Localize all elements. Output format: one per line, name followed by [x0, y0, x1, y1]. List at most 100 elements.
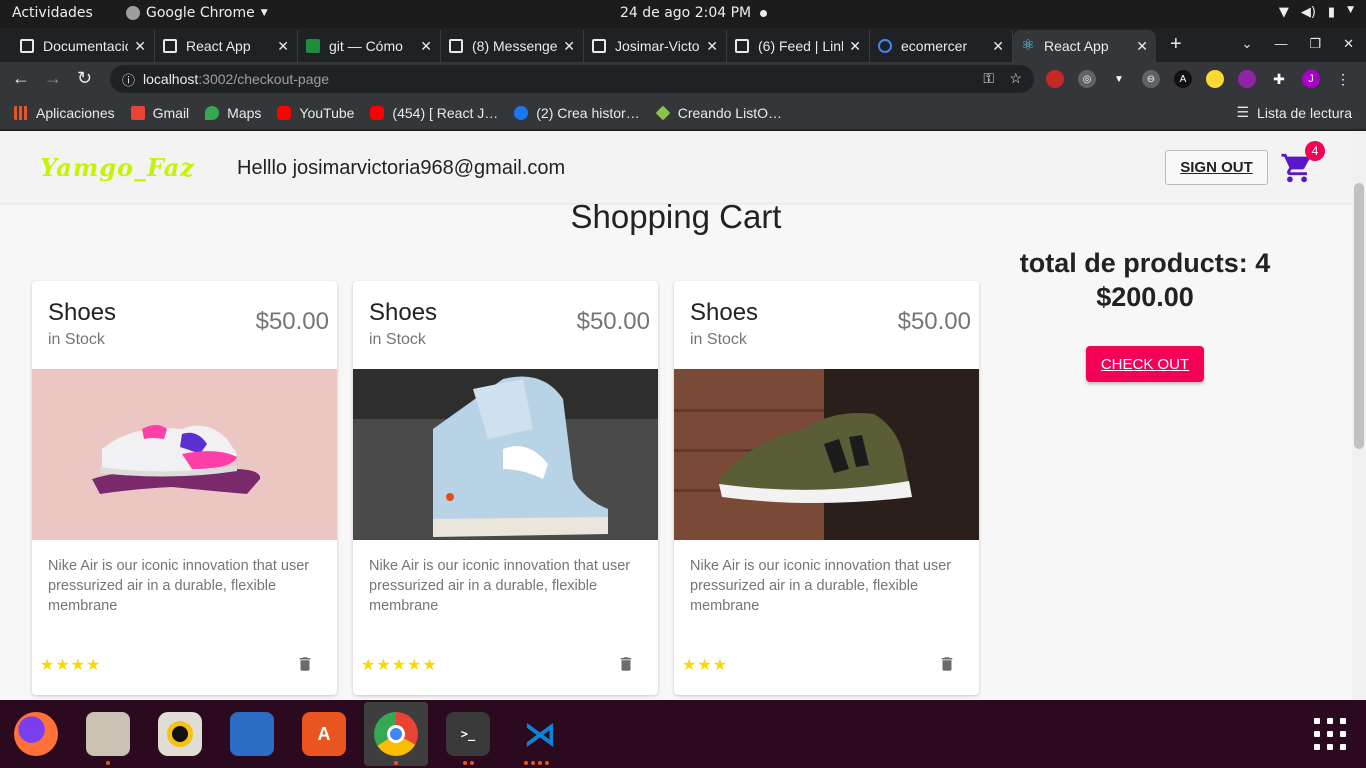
back-button[interactable]: ← [12, 68, 30, 89]
running-indicator [463, 761, 474, 765]
reload-button[interactable]: ↻ [77, 68, 92, 89]
forward-button[interactable]: → [44, 68, 62, 89]
maximize-button[interactable]: ❐ [1309, 36, 1321, 52]
chevron-down-icon: ▼ [260, 8, 268, 18]
cart-count-badge: 4 [1305, 141, 1325, 161]
site-logo[interactable]: Yamgo_Faz [40, 153, 195, 182]
browser-tab[interactable]: Josimar-Victoria ✕ [584, 30, 727, 62]
scrollbar-thumb[interactable] [1354, 183, 1364, 449]
product-description: Nike Air is our iconic innovation that u… [690, 558, 952, 614]
running-indicator [106, 761, 110, 765]
total-products-label: total de products: 4 [1019, 248, 1271, 278]
delete-trash-icon[interactable] [296, 655, 314, 673]
site-info-icon[interactable]: ⓘ [122, 70, 135, 89]
ubuntu-dock: A >_ ⋊ [0, 700, 1366, 768]
close-tab-icon[interactable]: ✕ [420, 38, 432, 55]
bookmark-item[interactable]: (2) Crea histor… [514, 105, 640, 121]
tab-title: (8) Messenger [472, 38, 558, 54]
tab-title: React App [1044, 38, 1109, 54]
browser-tab[interactable]: (6) Feed | LinkedIn ✕ [727, 30, 870, 62]
reading-list-button[interactable]: ☰ Lista de lectura [1236, 104, 1352, 121]
tab-title: (6) Feed | LinkedIn [758, 38, 843, 54]
extension-icon[interactable] [1046, 70, 1064, 88]
close-tab-icon[interactable]: ✕ [1136, 38, 1148, 55]
diamond-icon [655, 105, 671, 120]
product-name: Shoes [369, 299, 438, 326]
page-scrollbar[interactable] [1352, 131, 1366, 700]
rating-stars-icon: ★★★★★ [361, 657, 438, 674]
bookmark-item[interactable]: Aplicaciones [14, 105, 115, 121]
favicon-icon [735, 39, 749, 53]
menu-kebab-icon[interactable]: ⋮ [1334, 70, 1352, 88]
key-icon[interactable]: ⚿ [983, 70, 994, 87]
browser-tab[interactable]: (8) Messenger ✕ [441, 30, 584, 62]
firefox-icon[interactable] [14, 712, 58, 756]
checkout-button[interactable]: CHECK OUT [1086, 346, 1204, 382]
close-tab-icon[interactable]: ✕ [706, 38, 718, 55]
close-tab-icon[interactable]: ✕ [563, 38, 575, 55]
files-icon[interactable] [86, 712, 130, 756]
software-center-icon[interactable]: A [302, 712, 346, 756]
browser-tab-active[interactable]: ⚛ React App ✕ [1013, 30, 1156, 62]
product-image [353, 369, 658, 540]
close-window-button[interactable]: ✕ [1343, 36, 1354, 52]
bookmark-item[interactable]: Maps [205, 105, 261, 121]
browser-tab[interactable]: ecomercer ✕ [870, 30, 1013, 62]
chevron-down-icon: ▼ [1347, 5, 1354, 15]
extension-icon[interactable]: ⊖ [1142, 70, 1160, 88]
close-tab-icon[interactable]: ✕ [992, 38, 1004, 55]
app-menu[interactable]: Google Chrome ▼ [126, 5, 268, 21]
chrome-dock-icon[interactable] [364, 702, 428, 766]
terminal-icon[interactable]: >_ [446, 712, 490, 756]
rhythmbox-icon[interactable] [158, 712, 202, 756]
vscode-icon[interactable]: ⋊ [518, 712, 562, 756]
bookmark-item[interactable]: (454) [ React J… [370, 105, 498, 121]
activities-button[interactable]: Actividades [12, 5, 93, 21]
close-tab-icon[interactable]: ✕ [277, 38, 289, 55]
tab-search-icon[interactable]: ⌄ [1242, 36, 1253, 52]
puzzle-icon[interactable]: ✚ [1270, 70, 1288, 88]
angular-icon[interactable]: A [1174, 70, 1192, 88]
reading-list-icon: ☰ [1236, 104, 1250, 120]
tab-title: Documentación [43, 38, 128, 54]
minimize-button[interactable]: — [1274, 36, 1287, 52]
volume-icon: ◀) [1300, 5, 1316, 20]
battery-icon: ▮ [1327, 5, 1336, 20]
bookmark-item[interactable]: Gmail [130, 105, 189, 121]
browser-tab[interactable]: React App ✕ [155, 30, 298, 62]
browser-tab[interactable]: Documentación ✕ [12, 30, 155, 62]
product-name: Shoes [48, 299, 117, 326]
running-indicator [394, 761, 398, 765]
facebook-icon [514, 105, 529, 120]
extension-icon[interactable]: ◎ [1078, 70, 1096, 88]
bookmark-star-icon[interactable]: ☆ [1009, 70, 1022, 87]
extension-icon[interactable] [1206, 70, 1224, 88]
system-tray[interactable]: ▼ ◀) ▮ ▼ [1279, 5, 1354, 20]
libreoffice-writer-icon[interactable] [230, 712, 274, 756]
tab-title: Josimar-Victoria [615, 38, 700, 54]
system-clock[interactable]: 24 de ago 2:04 PM [620, 5, 751, 21]
delete-trash-icon[interactable] [938, 655, 956, 673]
tab-title: git — Cómo [329, 38, 403, 54]
bookmark-item[interactable]: YouTube [277, 105, 354, 121]
sign-out-button[interactable]: SIGN OUT [1165, 150, 1268, 185]
product-price: $50.00 [897, 308, 971, 335]
browser-tab[interactable]: git — Cómo ✕ [298, 30, 441, 62]
app-menu-label: Google Chrome [146, 5, 255, 21]
extension-icon[interactable]: ▼ [1110, 70, 1128, 88]
address-bar[interactable]: ⓘ localhost:3002/checkout-page ⚿ ☆ [110, 65, 1034, 93]
product-card: Shoes in Stock $50.00 Nike Air is our ic… [32, 281, 337, 695]
extension-icon[interactable] [1238, 70, 1256, 88]
delete-trash-icon[interactable] [617, 655, 635, 673]
product-name: Shoes [690, 299, 759, 326]
product-stock: in Stock [48, 331, 105, 348]
close-tab-icon[interactable]: ✕ [849, 38, 861, 55]
close-tab-icon[interactable]: ✕ [134, 38, 146, 55]
favicon-icon [20, 39, 34, 53]
bookmark-item[interactable]: Creando ListO… [655, 105, 782, 121]
new-tab-button[interactable]: + [1170, 33, 1182, 56]
tab-title: React App [186, 38, 251, 54]
profile-avatar[interactable]: J [1302, 70, 1320, 88]
total-amount: $200.00 [1096, 282, 1194, 312]
show-applications-icon[interactable] [1314, 718, 1346, 750]
